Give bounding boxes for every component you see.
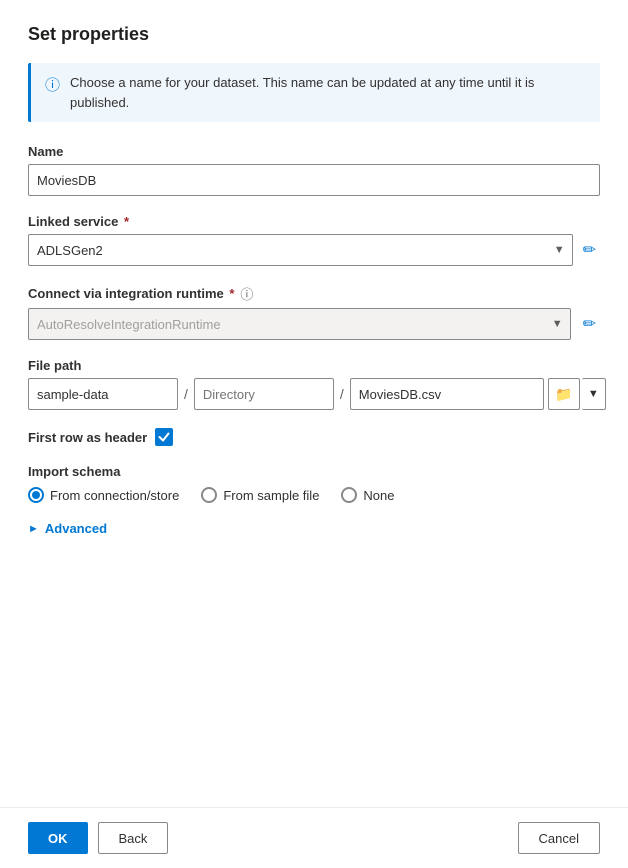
linked-service-label: Linked service * <box>28 214 600 229</box>
import-schema-group: Import schema From connection/store From… <box>28 464 600 503</box>
file-path-group: File path / / 📁 ▼ <box>28 358 600 410</box>
integration-runtime-input <box>28 308 571 340</box>
radio-from-connection-indicator <box>28 487 44 503</box>
import-schema-none[interactable]: None <box>341 487 394 503</box>
advanced-expand-icon: ► <box>28 523 39 535</box>
file-path-separator-2: / <box>334 386 350 402</box>
name-input[interactable] <box>28 164 600 196</box>
file-path-filename-input[interactable] <box>350 378 544 410</box>
footer: OK Back Cancel <box>0 807 628 868</box>
file-path-container-input[interactable] <box>28 378 178 410</box>
import-schema-radio-group: From connection/store From sample file N… <box>28 487 600 503</box>
linked-service-group: Linked service * ADLSGen2 ▼ ✏ <box>28 214 600 266</box>
first-row-header-group: First row as header <box>28 428 600 446</box>
first-row-header-checkbox[interactable] <box>155 428 173 446</box>
chevron-down-icon: ▼ <box>588 388 599 400</box>
name-field-group: Name <box>28 144 600 196</box>
file-path-row: / / 📁 ▼ <box>28 378 600 410</box>
name-label: Name <box>28 144 600 159</box>
info-icon: ⓘ <box>45 74 60 95</box>
file-path-expand-button[interactable]: ▼ <box>582 378 606 410</box>
import-schema-from-sample[interactable]: From sample file <box>201 487 319 503</box>
advanced-section[interactable]: ► Advanced <box>28 521 600 536</box>
pencil-icon: ✏ <box>583 314 596 334</box>
radio-from-connection-label: From connection/store <box>50 488 179 503</box>
radio-none-indicator <box>341 487 357 503</box>
radio-from-sample-label: From sample file <box>223 488 319 503</box>
integration-runtime-select-wrapper: ▼ <box>28 308 571 340</box>
page-title: Set properties <box>28 24 600 45</box>
ok-button[interactable]: OK <box>28 822 88 854</box>
radio-none-label: None <box>363 488 394 503</box>
info-banner: ⓘ Choose a name for your dataset. This n… <box>28 63 600 122</box>
linked-service-select-wrapper: ADLSGen2 ▼ <box>28 234 573 266</box>
integration-runtime-edit-button[interactable]: ✏ <box>579 312 600 336</box>
import-schema-label: Import schema <box>28 464 600 479</box>
file-browse-button[interactable]: 📁 <box>548 378 580 410</box>
radio-from-sample-indicator <box>201 487 217 503</box>
advanced-label: Advanced <box>45 521 107 536</box>
file-path-directory-input[interactable] <box>194 378 334 410</box>
file-path-label: File path <box>28 358 600 373</box>
linked-service-edit-button[interactable]: ✏ <box>579 238 600 262</box>
cancel-button[interactable]: Cancel <box>518 822 600 854</box>
integration-runtime-info-icon[interactable]: ⓘ <box>240 284 253 303</box>
integration-runtime-group: Connect via integration runtime * ⓘ ▼ ✏ <box>28 284 600 340</box>
radio-from-connection-dot <box>32 491 40 499</box>
info-banner-text: Choose a name for your dataset. This nam… <box>70 73 586 112</box>
linked-service-select[interactable]: ADLSGen2 <box>28 234 573 266</box>
first-row-header-label: First row as header <box>28 430 147 445</box>
file-path-actions: 📁 ▼ <box>548 378 606 410</box>
integration-runtime-label: Connect via integration runtime * <box>28 286 234 301</box>
linked-service-row: ADLSGen2 ▼ ✏ <box>28 234 600 266</box>
back-button[interactable]: Back <box>98 822 169 854</box>
integration-runtime-label-row: Connect via integration runtime * ⓘ <box>28 284 600 303</box>
pencil-icon: ✏ <box>583 240 596 260</box>
integration-runtime-row: ▼ ✏ <box>28 308 600 340</box>
folder-icon: 📁 <box>555 386 572 403</box>
import-schema-from-connection[interactable]: From connection/store <box>28 487 179 503</box>
file-path-separator-1: / <box>178 386 194 402</box>
